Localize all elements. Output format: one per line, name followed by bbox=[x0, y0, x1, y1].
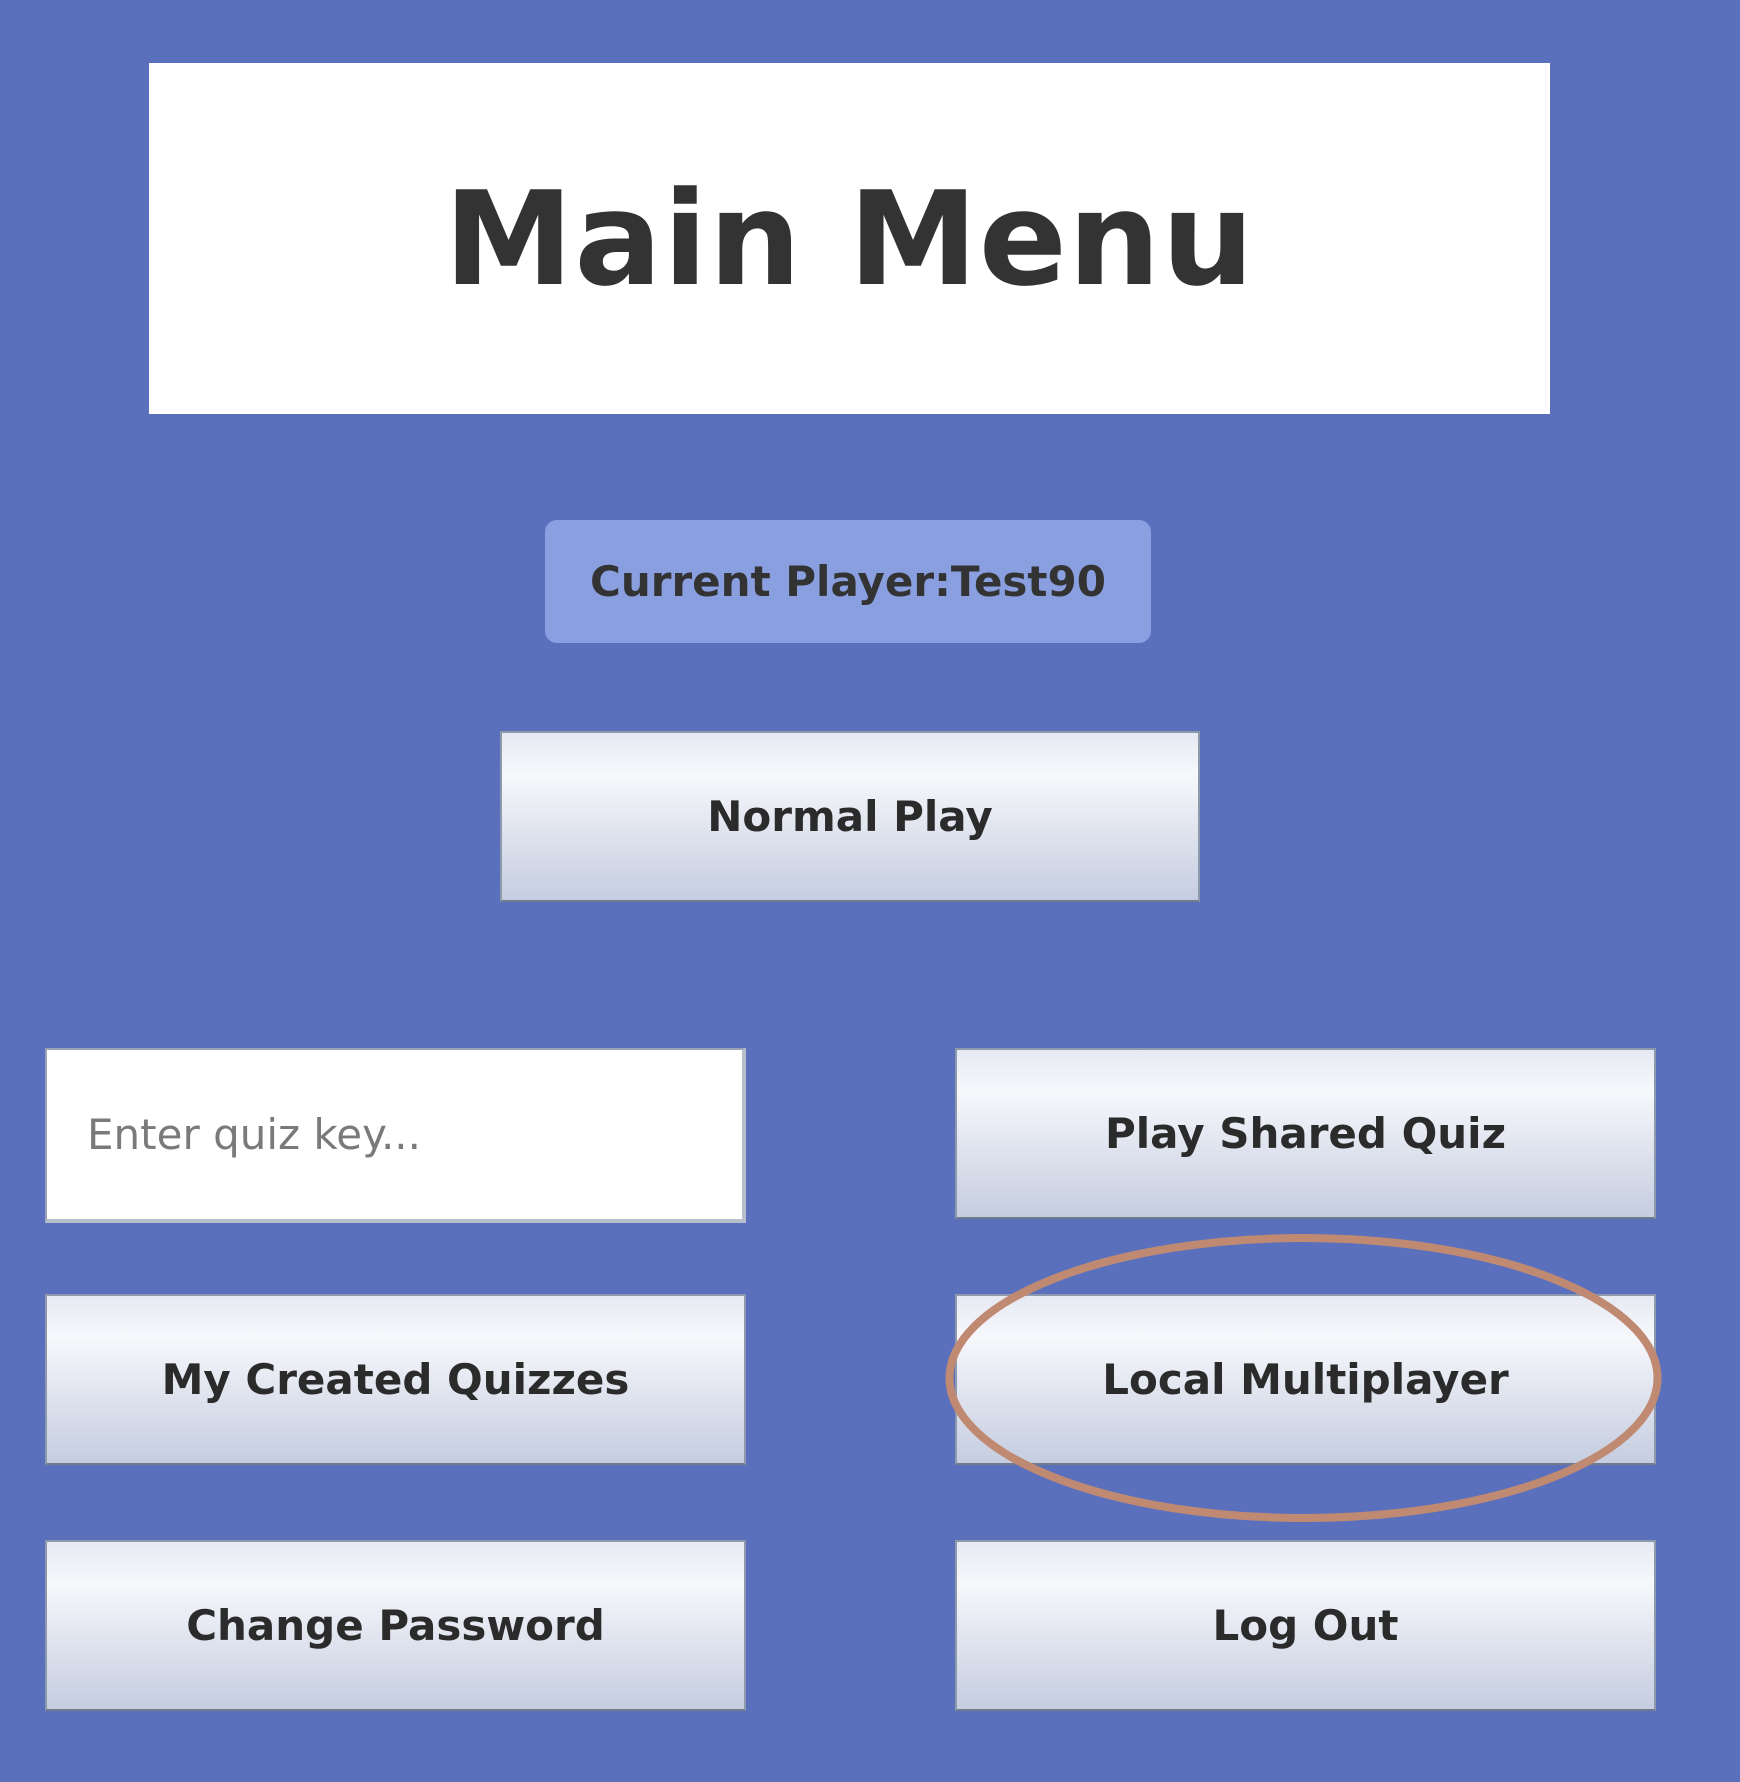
current-player-badge: Current Player: Test90 bbox=[545, 520, 1151, 643]
normal-play-button[interactable]: Normal Play bbox=[500, 731, 1200, 902]
page-title: Main Menu bbox=[443, 162, 1256, 315]
local-multiplayer-button[interactable]: Local Multiplayer bbox=[955, 1294, 1656, 1465]
quiz-key-input[interactable] bbox=[45, 1048, 746, 1223]
play-shared-quiz-button[interactable]: Play Shared Quiz bbox=[955, 1048, 1656, 1219]
log-out-button[interactable]: Log Out bbox=[955, 1540, 1656, 1711]
current-player-label: Current Player: bbox=[590, 557, 951, 606]
my-created-quizzes-button[interactable]: My Created Quizzes bbox=[45, 1294, 746, 1465]
change-password-button[interactable]: Change Password bbox=[45, 1540, 746, 1711]
title-panel: Main Menu bbox=[149, 63, 1550, 414]
current-player-name: Test90 bbox=[950, 557, 1106, 606]
